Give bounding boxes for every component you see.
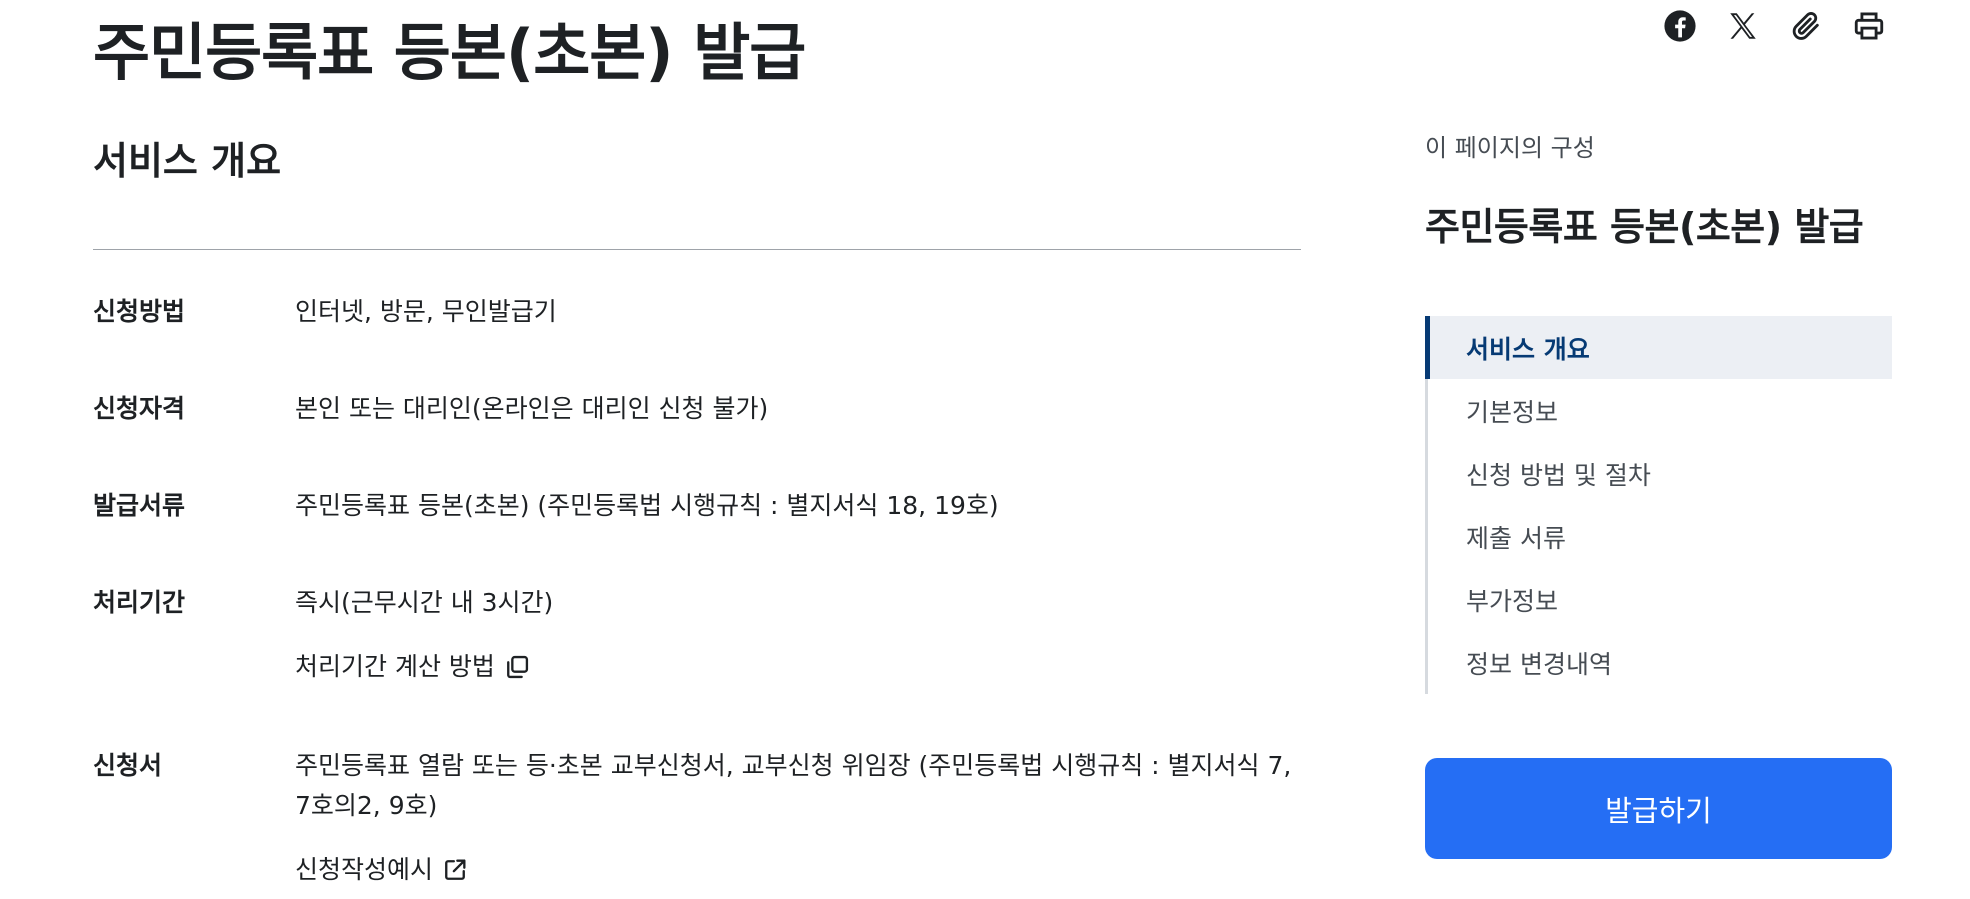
info-value: 본인 또는 대리인(온라인은 대리인 신청 불가) — [295, 394, 769, 423]
info-label: 신청방법 — [93, 297, 186, 326]
table-of-contents: 서비스 개요 기본정보 신청 방법 및 절차 제출 서류 부가정보 정보 변경내… — [1425, 316, 1892, 694]
toc-item-additional-info[interactable]: 부가정보 — [1428, 568, 1892, 631]
info-value-group: 주민등록표 열람 또는 등·초본 교부신청서, 교부신청 위임장 (주민등록법 … — [295, 746, 1303, 890]
info-value-group: 즉시(근무시간 내 3시간) 처리기간 계산 방법 — [295, 583, 553, 687]
info-value: 주민등록표 등본(초본) (주민등록법 시행규칙 : 별지서식 18, 19호) — [295, 491, 999, 520]
info-value: 인터넷, 방문, 무인발급기 — [295, 297, 557, 326]
x-share-button[interactable] — [1725, 8, 1761, 44]
issue-button[interactable]: 발급하기 — [1425, 758, 1892, 859]
external-link-icon — [445, 859, 466, 880]
share-toolbar — [1662, 8, 1887, 44]
link-label: 처리기간 계산 방법 — [295, 652, 495, 681]
print-button[interactable] — [1851, 8, 1887, 44]
info-value: 즉시(근무시간 내 3시간) — [295, 588, 554, 617]
info-label: 신청자격 — [93, 394, 186, 423]
x-icon — [1730, 13, 1756, 39]
info-row-period: 처리기간 즉시(근무시간 내 3시간) 처리기간 계산 방법 — [93, 583, 553, 687]
toc-title: 주민등록표 등본(초본) 발급 — [1425, 205, 1864, 249]
section-title: 서비스 개요 — [93, 139, 282, 183]
print-icon — [1854, 12, 1884, 40]
info-row-qualification: 신청자격 본인 또는 대리인(온라인은 대리인 신청 불가) — [93, 389, 768, 429]
toc-item-basic-info[interactable]: 기본정보 — [1428, 379, 1892, 442]
info-row-form: 신청서 주민등록표 열람 또는 등·초본 교부신청서, 교부신청 위임장 (주민… — [93, 746, 1303, 890]
info-label: 처리기간 — [93, 588, 186, 617]
paperclip-icon — [1792, 12, 1819, 40]
info-label: 신청서 — [93, 751, 163, 780]
facebook-icon — [1664, 10, 1696, 42]
processing-period-link[interactable]: 처리기간 계산 방법 — [295, 647, 553, 687]
info-value: 주민등록표 열람 또는 등·초본 교부신청서, 교부신청 위임장 (주민등록법 … — [295, 751, 1292, 820]
facebook-share-button[interactable] — [1662, 8, 1698, 44]
link-label: 신청작성예시 — [295, 855, 434, 884]
section-divider — [93, 249, 1301, 250]
info-row-documents: 발급서류 주민등록표 등본(초본) (주민등록법 시행규칙 : 별지서식 18,… — [93, 486, 999, 526]
toc-item-submission-documents[interactable]: 제출 서류 — [1428, 505, 1892, 568]
form-example-link[interactable]: 신청작성예시 — [295, 850, 1303, 890]
copy-link-button[interactable] — [1788, 8, 1824, 44]
toc-caption: 이 페이지의 구성 — [1425, 134, 1595, 162]
toc-item-service-overview[interactable]: 서비스 개요 — [1425, 316, 1892, 379]
info-label: 발급서류 — [93, 491, 186, 520]
toc-item-application-method[interactable]: 신청 방법 및 절차 — [1428, 442, 1892, 505]
page-title: 주민등록표 등본(초본) 발급 — [93, 16, 806, 89]
info-row-method: 신청방법 인터넷, 방문, 무인발급기 — [93, 292, 557, 332]
copy-icon — [506, 655, 528, 679]
toc-item-change-history[interactable]: 정보 변경내역 — [1428, 631, 1892, 694]
